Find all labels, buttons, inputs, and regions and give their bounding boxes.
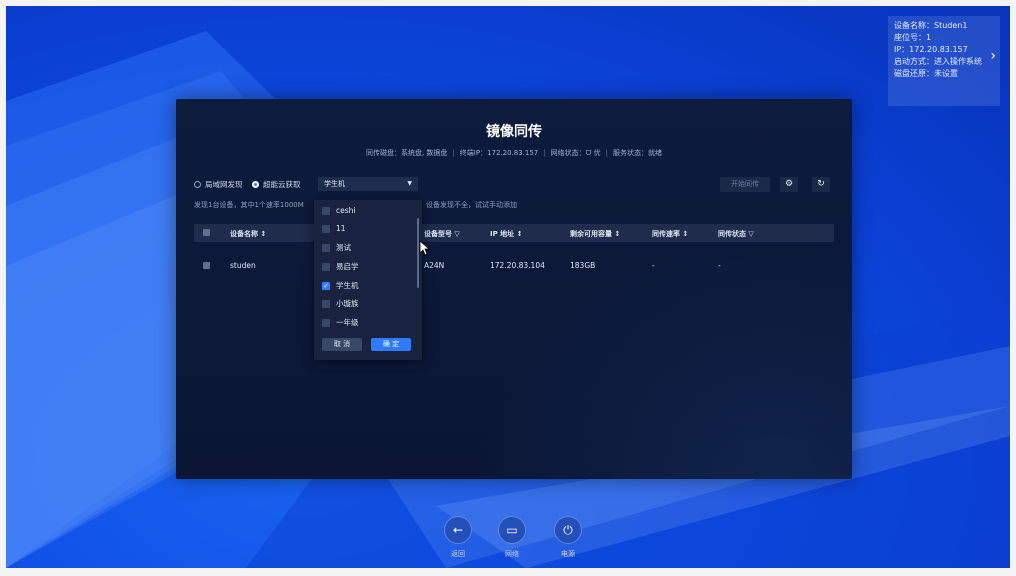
dropdown-option[interactable]: 易启学 (322, 261, 359, 272)
group-select[interactable]: 学生机 ▼ (318, 177, 418, 191)
manual-add-hint[interactable]: 设备发现不全，试试手动添加 (426, 200, 517, 210)
cell-device-model: A24N (424, 261, 445, 270)
col-sync-rate[interactable]: 同传速率 ↕ (652, 229, 688, 239)
radio-lan-discovery[interactable]: 局域网发现 (194, 179, 243, 190)
power-label: 电源 (561, 550, 575, 558)
col-capacity[interactable]: 剩余可用容量 ↕ (570, 229, 620, 239)
radio-lan-label: 局域网发现 (205, 180, 243, 189)
checkbox-icon (322, 224, 330, 233)
network-label: 网络 (505, 550, 519, 558)
settings-button[interactable]: ⚙ (780, 177, 798, 192)
cell-ip: 172.20.83.104 (490, 261, 545, 270)
monitor-network-icon: ▭ (506, 523, 518, 537)
terminal-ip-text: 终端IP：172.20.83.157 (459, 149, 539, 157)
desktop: 设备名称：Studen1 座位号：1 IP：172.20.83.157 启动方式… (6, 6, 1010, 568)
mouse-cursor-icon (419, 240, 431, 256)
cell-status: - (718, 261, 721, 270)
power-icon: ⏻ (563, 523, 573, 537)
cell-capacity: 183GB (570, 261, 596, 270)
checkbox-checked-icon: ✓ (322, 281, 330, 290)
sync-disk-text: 同传磁盘：系统盘, 数据盘 (365, 149, 448, 157)
table-header: 设备名称 ↕ 设备型号 ▽ IP 地址 ↕ 剩余可用容量 ↕ 同传速率 ↕ 同传… (194, 224, 834, 242)
info-device-name: 设备名称：Studen1 (894, 21, 968, 30)
confirm-button[interactable]: 确 定 (371, 338, 411, 351)
chevron-right-icon[interactable]: › (990, 49, 996, 63)
dialog-status-line: 同传磁盘：系统盘, 数据盘 | 终端IP：172.20.83.157 | 网络状态：ᗜ … (365, 149, 663, 157)
group-dropdown: ceshi 11 测试 易启学 ✓ 学生机 小璇族 一年级 取 消 确 定 (314, 200, 422, 360)
info-boot: 启动方式：进入操作系统 (894, 57, 982, 66)
caret-down-icon: ▼ (407, 180, 412, 187)
option-label: ceshi (336, 206, 356, 215)
service-status-text: 服务状态：就绪 (613, 149, 663, 157)
radio-off-icon (194, 181, 201, 188)
dropdown-option[interactable]: 一年级 (322, 317, 359, 328)
mirror-sync-dialog: 镜像同传 同传磁盘：系统盘, 数据盘 | 终端IP：172.20.83.157 | 网络… (176, 99, 852, 479)
table-row[interactable]: studen A24N 172.20.83.104 183GB - - (194, 257, 834, 275)
arrow-left-icon: ← (452, 523, 464, 537)
option-label: 一年级 (336, 318, 359, 327)
power-button[interactable]: ⏻ (554, 516, 582, 544)
col-ip-address[interactable]: IP 地址 ↕ (490, 229, 522, 239)
start-sync-button[interactable]: 开始同传 (720, 177, 770, 192)
dropdown-option[interactable]: ✓ 学生机 (322, 280, 359, 291)
col-device-model[interactable]: 设备型号 ▽ (424, 229, 460, 239)
info-seat: 座位号：1 (894, 33, 932, 42)
option-label: 11 (336, 224, 346, 233)
col-device-name[interactable]: 设备名称 ↕ (230, 229, 266, 239)
radio-on-icon (252, 181, 259, 188)
checkbox-icon (322, 299, 330, 308)
checkbox-icon (322, 206, 330, 215)
checkbox-icon (322, 243, 330, 252)
group-select-value: 学生机 (324, 180, 345, 188)
checkbox-icon (322, 318, 330, 327)
select-all-checkbox[interactable] (203, 229, 210, 236)
option-label: 学生机 (336, 281, 359, 290)
col-sync-status[interactable]: 同传状态 ▽ (718, 229, 754, 239)
device-info-panel: 设备名称：Studen1 座位号：1 IP：172.20.83.157 启动方式… (888, 16, 1000, 106)
option-label: 小璇族 (336, 299, 359, 308)
row-checkbox[interactable] (203, 262, 210, 269)
cancel-button[interactable]: 取 消 (322, 338, 362, 351)
cell-rate: - (652, 261, 655, 270)
dropdown-option[interactable]: 测试 (322, 242, 351, 253)
info-disk-restore: 磁盘还原：未设置 (894, 69, 958, 78)
radio-cloud-fetch[interactable]: 超能云获取 (252, 179, 301, 190)
gear-icon: ⚙ (784, 179, 794, 189)
option-label: 测试 (336, 243, 351, 252)
cell-device-name: studen (230, 261, 256, 270)
checkbox-icon (322, 262, 330, 271)
network-status-text: 网络状态：ᗜ 优 (550, 149, 601, 157)
refresh-button[interactable]: ↻ (812, 177, 830, 192)
discovery-hint: 发现1台设备，其中1个速率1000M (194, 201, 304, 209)
radio-cloud-label: 超能云获取 (263, 180, 301, 189)
refresh-icon: ↻ (817, 179, 825, 189)
network-button[interactable]: ▭ (498, 516, 526, 544)
info-ip: IP：172.20.83.157 (894, 45, 968, 54)
option-label: 易启学 (336, 262, 359, 271)
dropdown-option[interactable]: ceshi (322, 206, 355, 215)
dropdown-option[interactable]: 11 (322, 224, 346, 233)
dialog-title: 镜像同传 (486, 124, 542, 140)
back-label: 返回 (451, 550, 465, 558)
back-button[interactable]: ← (444, 516, 472, 544)
dropdown-option[interactable]: 小璇族 (322, 298, 359, 309)
